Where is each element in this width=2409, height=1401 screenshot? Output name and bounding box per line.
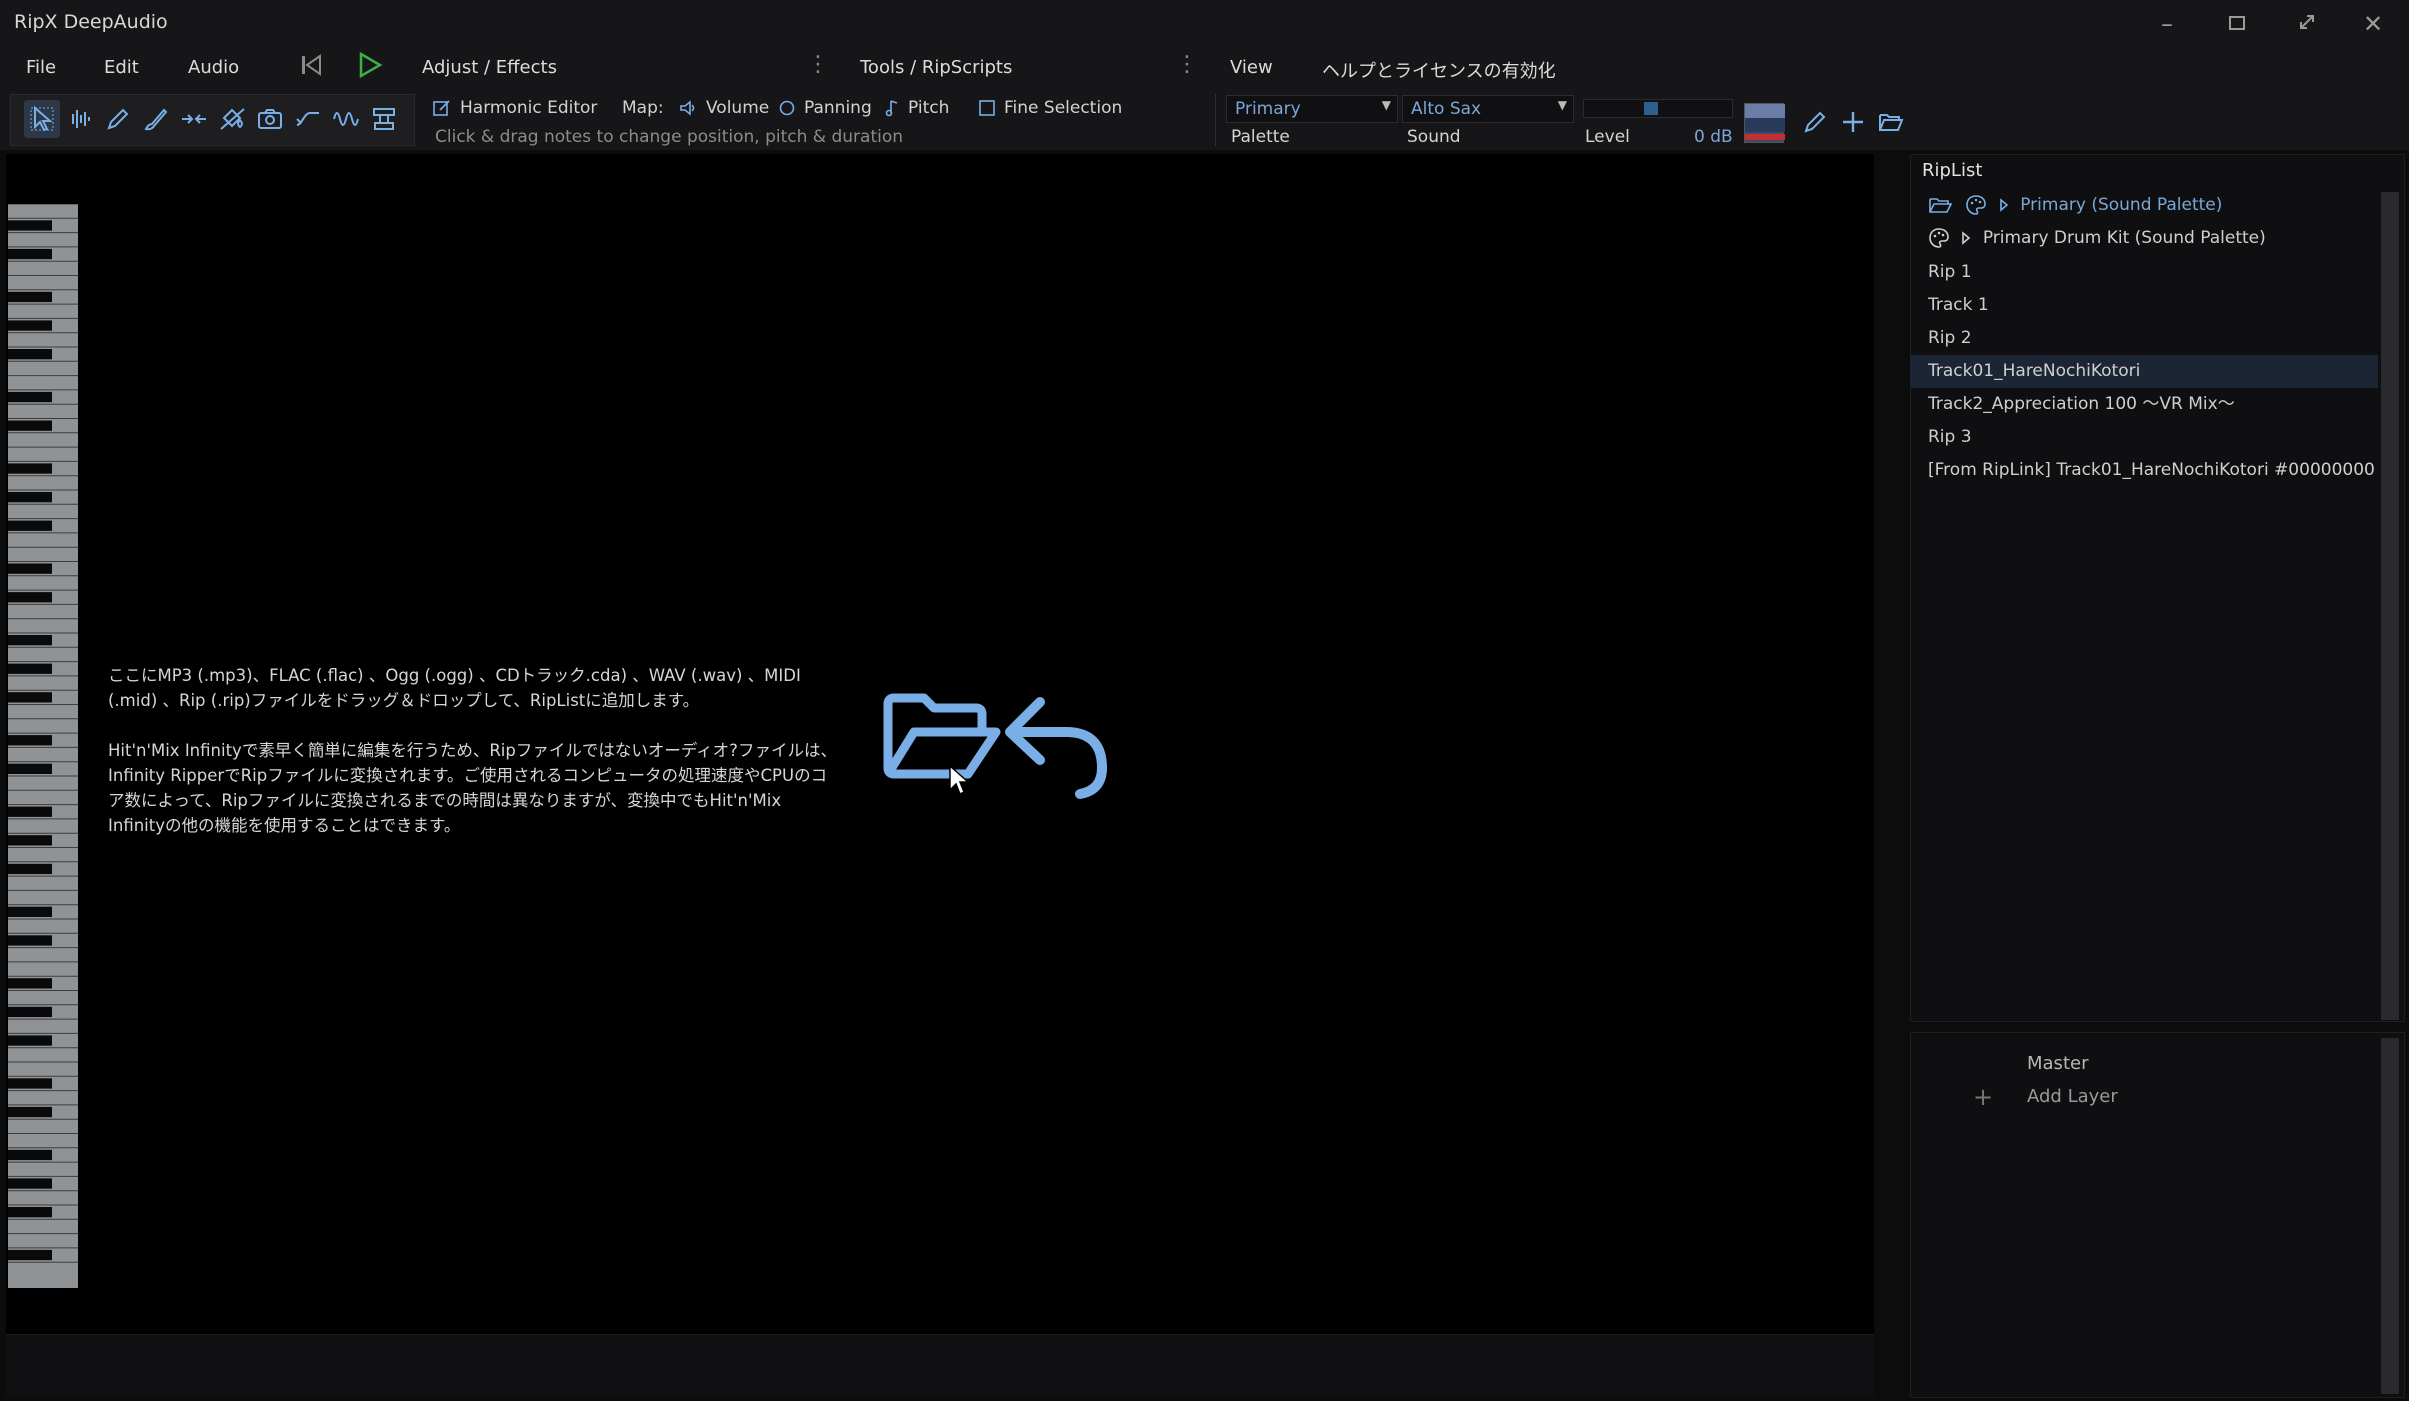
minimize-icon[interactable]: – <box>2140 6 2194 42</box>
riplist-item-rip-2[interactable]: Rip 2 <box>1910 322 2378 355</box>
edit-icon <box>433 100 450 116</box>
brush-tool-icon[interactable] <box>138 100 174 138</box>
open-folder-icon[interactable] <box>883 693 1001 779</box>
pitch-label: Pitch <box>908 98 950 118</box>
riplist-item-rip-1[interactable]: Rip 1 <box>1910 256 2378 289</box>
more-vertical-icon[interactable]: ⋮ <box>807 54 829 76</box>
menu-help-license[interactable]: ヘルプとライセンスの有効化 <box>1322 57 1556 83</box>
pitch-bend-tool-icon[interactable] <box>290 100 326 138</box>
riplist-item-label: Rip 3 <box>1928 427 1972 447</box>
riplist-item-track01-harenochikotori[interactable]: Track01_HareNochiKotori <box>1910 355 2378 388</box>
open-folder-icon <box>1929 198 1953 213</box>
palette-icon <box>1966 195 1987 215</box>
palette-select[interactable]: Primary ▼ <box>1226 95 1398 123</box>
riplist-item-label: Rip 2 <box>1928 328 1972 348</box>
open-folder-icon[interactable] <box>1874 103 1908 141</box>
paint-bucket-icon[interactable] <box>214 100 250 138</box>
riplist-item-riplink-track01[interactable]: [From RipLink] Track01_HareNochiKotori #… <box>1910 454 2378 487</box>
level-value: 0 dB <box>1694 127 1733 147</box>
fine-selection-checkbox[interactable]: Fine Selection <box>978 98 1122 118</box>
camera-icon[interactable] <box>252 100 288 138</box>
riplist-item-rip-3[interactable]: Rip 3 <box>1910 421 2378 454</box>
menu-tools-ripscripts[interactable]: Tools / RipScripts <box>860 57 1012 78</box>
fine-selection-label: Fine Selection <box>1004 98 1123 118</box>
master-layer[interactable]: Master <box>2027 1053 2088 1074</box>
riplist-item-label: Rip 1 <box>1928 262 1972 282</box>
riplist-scrollbar[interactable] <box>2381 192 2399 1020</box>
more-vertical-icon[interactable]: ⋮ <box>1176 54 1198 76</box>
dropdown-arrow-icon: ▼ <box>1557 98 1567 112</box>
volume-label: Volume <box>706 98 770 118</box>
undo-arrow-icon[interactable] <box>1005 697 1107 799</box>
toolbar-divider <box>1215 94 1216 146</box>
riplist-item-label: Primary Drum Kit (Sound Palette) <box>1982 228 2266 248</box>
harmonic-editor-label: Harmonic Editor <box>460 98 598 118</box>
chevron-right-icon <box>1962 231 1971 245</box>
sound-select[interactable]: Alto Sax ▼ <box>1402 95 1574 123</box>
drop-text-formats: ここにMP3 (.mp3)、FLAC (.flac) 、Ogg (.ogg) 、… <box>108 666 801 710</box>
instrument-thumbnail[interactable] <box>1744 103 1785 143</box>
checkbox-icon <box>979 100 995 116</box>
speaker-icon <box>680 100 695 116</box>
tool-hint: Click & drag notes to change position, p… <box>435 127 904 147</box>
drop-text-conversion: Hit'n'Mix Infinityで素早く簡単に編集を行うため、Ripファイル… <box>108 741 837 835</box>
riplist-item-label: Track 1 <box>1928 295 1989 315</box>
sound-label: Sound <box>1407 127 1461 147</box>
split-tool-icon[interactable] <box>176 100 212 138</box>
palette-label: Palette <box>1231 127 1290 147</box>
menu-view[interactable]: View <box>1230 57 1273 78</box>
music-note-icon <box>885 100 898 117</box>
panning-label: Panning <box>804 98 872 118</box>
riplist-item-label: [From RipLink] Track01_HareNochiKotori #… <box>1928 460 2375 480</box>
chevron-right-icon <box>2000 198 2009 212</box>
drop-zone-icons <box>883 693 1107 799</box>
app-title: RipX DeepAudio <box>14 11 168 33</box>
add-layer-button[interactable]: Add Layer <box>2027 1086 2118 1107</box>
stamp-tool-icon[interactable] <box>366 100 402 138</box>
status-bar <box>6 1334 1874 1396</box>
palette-icon <box>1929 228 1949 248</box>
dropdown-arrow-icon: ▼ <box>1381 98 1391 112</box>
map-volume-option[interactable]: Volume <box>678 98 769 118</box>
riplist-item-track2-appreciation[interactable]: Track2_Appreciation 100 ～VR Mix～ <box>1910 388 2378 421</box>
map-pitch-option[interactable]: Pitch <box>884 98 949 118</box>
layers-scrollbar[interactable] <box>2381 1038 2399 1394</box>
fullscreen-icon[interactable] <box>2280 6 2334 42</box>
level-label: Level <box>1585 127 1630 147</box>
harmonic-editor-button[interactable]: Harmonic Editor <box>432 98 597 118</box>
level-slider[interactable] <box>1583 99 1733 118</box>
map-label: Map: <box>622 98 664 118</box>
palette-value: Primary <box>1235 99 1301 119</box>
waveform-tool-icon[interactable] <box>62 100 98 138</box>
add-icon[interactable] <box>1836 103 1870 141</box>
edit-pencil-icon[interactable] <box>1798 103 1832 141</box>
close-icon[interactable]: ✕ <box>2346 6 2400 42</box>
pencil-tool-icon[interactable] <box>100 100 136 138</box>
sound-value: Alto Sax <box>1411 99 1482 119</box>
menu-adjust-effects[interactable]: Adjust / Effects <box>422 57 557 78</box>
menu-file[interactable]: File <box>26 57 56 78</box>
title-bar <box>0 0 2409 48</box>
drop-instructions: ここにMP3 (.mp3)、FLAC (.flac) 、Ogg (.ogg) 、… <box>108 663 838 863</box>
vibrato-tool-icon[interactable] <box>328 100 364 138</box>
menu-edit[interactable]: Edit <box>104 57 139 78</box>
level-slider-thumb[interactable] <box>1644 102 1658 115</box>
play-icon[interactable] <box>356 51 384 79</box>
radio-icon <box>779 100 795 116</box>
piano-keyboard[interactable] <box>8 204 78 1288</box>
menu-audio[interactable]: Audio <box>188 57 239 78</box>
riplist-item-primary-palette[interactable]: Primary (Sound Palette) <box>1910 189 2378 222</box>
skip-back-icon[interactable] <box>298 52 324 78</box>
riplist-item-track-1[interactable]: Track 1 <box>1910 289 2378 322</box>
riplist-title: RipList <box>1922 160 1983 181</box>
riplist-item-label: Track2_Appreciation 100 ～VR Mix～ <box>1928 394 2235 414</box>
riplist-item-label: Track01_HareNochiKotori <box>1928 361 2141 381</box>
add-layer-icon[interactable]: + <box>1973 1083 1993 1111</box>
map-panning-option[interactable]: Panning <box>778 98 872 118</box>
riplist-item-primary-drum-kit[interactable]: Primary Drum Kit (Sound Palette) <box>1910 222 2378 255</box>
riplist-item-label: Primary (Sound Palette) <box>2020 195 2223 215</box>
maximize-icon[interactable] <box>2210 6 2264 42</box>
select-tool-icon[interactable] <box>24 100 60 138</box>
